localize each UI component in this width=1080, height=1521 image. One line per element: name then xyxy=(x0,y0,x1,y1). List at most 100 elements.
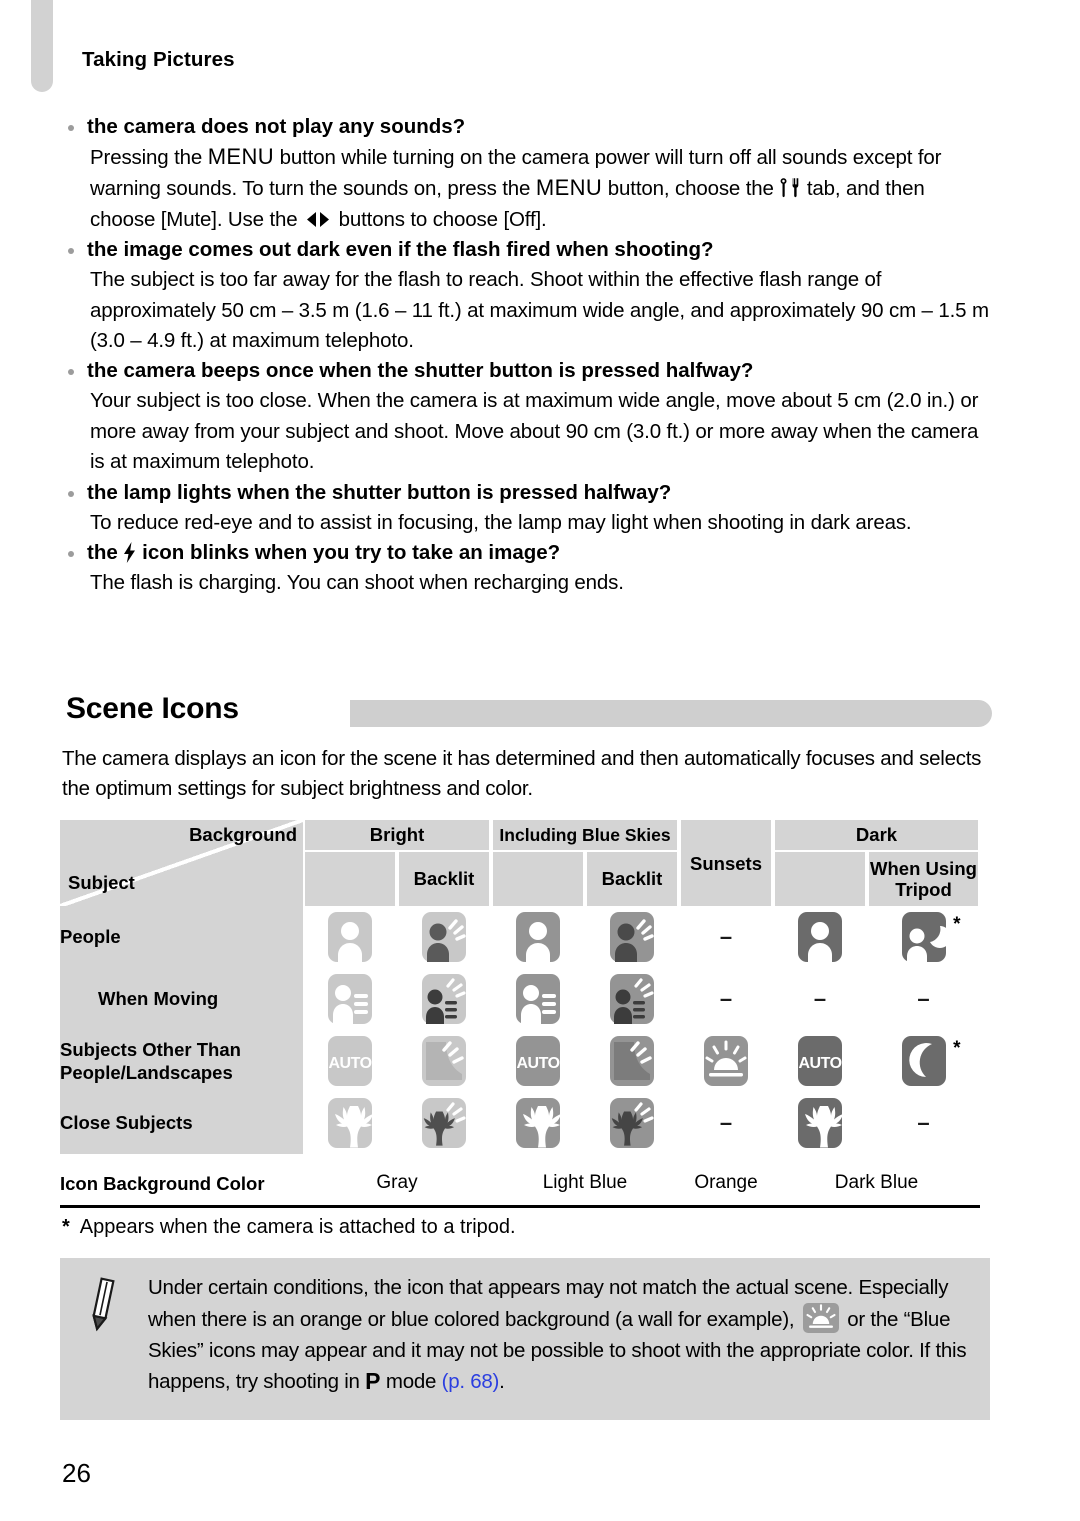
cell-close-dark xyxy=(773,1092,867,1154)
color-value-gray: Gray xyxy=(303,1154,491,1212)
faq-item: the icon blinks when you try to take an … xyxy=(62,538,992,598)
footnote-star: * xyxy=(953,914,961,935)
cell-people-bright xyxy=(303,906,397,968)
person-icon xyxy=(516,912,560,962)
cell-people-dark-tripod: * xyxy=(867,906,980,968)
icon-tile: AUTO xyxy=(516,1036,560,1086)
icon-tile xyxy=(516,912,560,962)
person-icon xyxy=(798,912,842,962)
flash-icon xyxy=(123,542,136,564)
sunset-icon xyxy=(704,1036,748,1086)
cell-close-bright xyxy=(303,1092,397,1154)
section-title: Scene Icons xyxy=(66,692,239,725)
note-text: Under certain conditions, the icon that … xyxy=(148,1272,972,1397)
page-reference-link[interactable]: (p. 68) xyxy=(442,1370,500,1393)
faq-item: the camera beeps once when the shutter b… xyxy=(62,356,992,477)
faq-item: the lamp lights when the shutter button … xyxy=(62,478,992,538)
icon-tile xyxy=(901,1036,946,1086)
icon-tile xyxy=(610,912,654,962)
page-number: 26 xyxy=(62,1458,91,1488)
person-moving-icon xyxy=(516,974,560,1024)
svg-text:AUTO: AUTO xyxy=(328,1055,371,1072)
header-blue-skies-label: Including Blue Skies xyxy=(493,820,677,850)
cell-close-blueskies-backlit xyxy=(585,1092,679,1154)
cell-other-dark: AUTO xyxy=(773,1030,867,1092)
table-row: People – * xyxy=(60,906,980,968)
cell-other-dark-tripod: * xyxy=(867,1030,980,1092)
cell-moving-bright xyxy=(303,968,397,1030)
manual-page: Taking Pictures the camera does not play… xyxy=(0,0,1080,1521)
cell-people-blueskies xyxy=(491,906,585,968)
cell-moving-blueskies-backlit xyxy=(585,968,679,1030)
icon-tile xyxy=(422,1036,466,1086)
row-label-other-subjects: Subjects Other Than People/Landscapes xyxy=(60,1030,303,1092)
icon-tile xyxy=(610,974,654,1024)
dash-mark: – xyxy=(917,1110,930,1135)
person-moving-icon xyxy=(328,974,372,1024)
table-row: Close Subjects – – xyxy=(60,1092,980,1154)
icon-tile xyxy=(328,974,372,1024)
cell-moving-bright-backlit xyxy=(397,968,491,1030)
cell-moving-dark: – xyxy=(773,968,867,1030)
header-group-dark: Dark When Using Tripod xyxy=(773,820,980,906)
footnote-star: * xyxy=(62,1216,70,1238)
row-label-when-moving: When Moving xyxy=(60,968,303,1030)
section-intro: The camera displays an icon for the scen… xyxy=(62,747,982,801)
left-right-buttons-icon xyxy=(303,208,333,227)
table-row-color: Icon Background Color Gray Light Blue Or… xyxy=(60,1154,980,1212)
note-box: Under certain conditions, the icon that … xyxy=(60,1258,990,1420)
table-bottom-rule xyxy=(60,1205,980,1208)
cell-people-bright-backlit xyxy=(397,906,491,968)
cell-moving-blueskies xyxy=(491,968,585,1030)
person-moving-backlit-icon xyxy=(610,974,654,1024)
icon-tile xyxy=(328,1098,372,1148)
icon-tile xyxy=(610,1098,654,1148)
night-icon: * xyxy=(901,1036,961,1086)
header-group-blue-skies: Including Blue Skies Backlit xyxy=(491,820,679,906)
header-dark-tripod: When Using Tripod xyxy=(869,852,978,906)
cell-people-blueskies-backlit xyxy=(585,906,679,968)
auto-icon: AUTO xyxy=(798,1036,842,1086)
faq-item: the image comes out dark even if the fla… xyxy=(62,235,992,356)
icon-tile: AUTO xyxy=(798,1036,842,1086)
cell-other-blueskies-backlit xyxy=(585,1030,679,1092)
faq-question: the camera does not play any sounds? xyxy=(62,112,992,142)
faq-answer: Your subject is too close. When the came… xyxy=(90,389,979,474)
table-row: Subjects Other Than People/Landscapes AU… xyxy=(60,1030,980,1092)
header-blue-skies-backlit: Backlit xyxy=(587,852,677,906)
faq-answer: The subject is too far away for the flas… xyxy=(90,268,989,353)
faq-question: the lamp lights when the shutter button … xyxy=(62,478,992,508)
auto-icon: AUTO xyxy=(328,1036,372,1086)
tools-icon xyxy=(779,177,801,198)
faq-list: the camera does not play any sounds? Pre… xyxy=(62,112,992,598)
cell-close-dark-tripod: – xyxy=(867,1092,980,1154)
table-footnote: * Appears when the camera is attached to … xyxy=(62,1216,516,1239)
person-backlit-icon xyxy=(610,912,654,962)
icon-tile xyxy=(422,974,466,1024)
dash-mark: – xyxy=(719,1110,733,1135)
svg-text:AUTO: AUTO xyxy=(798,1055,841,1072)
icon-tile xyxy=(610,1036,654,1086)
color-value-orange: Orange xyxy=(679,1154,773,1212)
header-sunsets-label: Sunsets xyxy=(681,820,771,906)
row-label-icon-bg-color: Icon Background Color xyxy=(60,1154,303,1212)
cell-other-bright: AUTO xyxy=(303,1030,397,1092)
icon-tile xyxy=(328,912,372,962)
p-mode-icon: P xyxy=(365,1368,381,1394)
person-icon xyxy=(328,912,372,962)
footnote-text: Appears when the camera is attached to a… xyxy=(79,1216,516,1238)
faq-item: the camera does not play any sounds? Pre… xyxy=(62,112,992,235)
header-bright-backlit: Backlit xyxy=(399,852,489,906)
note-text-mode: mode xyxy=(380,1370,442,1393)
scene-icons-table: Background Subject Bright Backlit Includ… xyxy=(60,820,980,1212)
person-moving-backlit-icon xyxy=(422,974,466,1024)
icon-tile xyxy=(901,912,946,962)
dash-mark: – xyxy=(719,924,733,949)
table-header-row: Background Subject Bright Backlit Includ… xyxy=(60,820,980,906)
icon-tile xyxy=(516,974,560,1024)
person-backlit-icon xyxy=(422,912,466,962)
header-dark-label: Dark xyxy=(775,820,978,850)
backlit-icon xyxy=(610,1036,654,1086)
header-group-bright: Bright Backlit xyxy=(303,820,491,906)
cell-other-blueskies: AUTO xyxy=(491,1030,585,1092)
